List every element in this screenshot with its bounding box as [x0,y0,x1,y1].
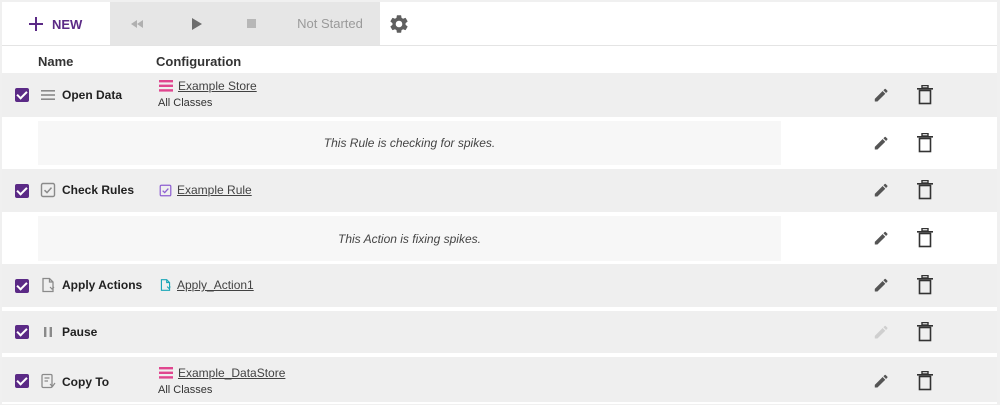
new-button-label: NEW [52,16,83,32]
checklist-icon [40,182,56,198]
row-checkbox[interactable] [15,279,29,293]
edit-icon[interactable] [871,275,891,295]
config-link[interactable]: Apply_Action1 [177,278,254,292]
config-subtext: All Classes [158,384,213,396]
row-checkbox[interactable] [15,374,29,388]
edit-icon[interactable] [871,180,891,200]
trash-icon[interactable] [916,322,934,342]
action-icon [160,279,171,291]
table-row: Open Data Example Store All Classes [2,73,997,117]
row-checkbox[interactable] [15,88,29,102]
pause-icon [44,327,52,337]
trash-icon[interactable] [916,228,934,248]
edit-icon [874,325,888,339]
table-header: Name Configuration [2,45,997,73]
toolbar: NEW Not Started [2,2,997,45]
trash-icon[interactable] [916,133,934,153]
workflow-panel: NEW Not Started Name Configuration Open … [2,2,997,404]
rewind-button[interactable] [122,2,152,45]
data-store-icon [159,80,173,92]
config-link-wrapper: Example Rule [159,183,252,197]
header-name: Name [38,54,74,69]
step-note: This Action is fixing spikes. [38,216,781,261]
trash-icon[interactable] [916,275,934,295]
rule-icon [159,184,172,196]
play-icon [192,17,202,30]
table-row: Check Rules Example Rule [2,169,997,212]
config-link[interactable]: Example_DataStore [178,366,285,380]
edit-icon[interactable] [871,85,891,105]
table-row: Copy To Example_DataStore All Classes [2,357,997,402]
play-button[interactable] [182,2,212,45]
header-configuration: Configuration [156,54,242,69]
trash-icon[interactable] [916,180,934,200]
row-checkbox[interactable] [15,325,29,339]
step-name: Open Data [62,88,123,102]
table-row: Pause [2,311,997,353]
config-link-wrapper: Example Store [159,79,257,93]
config-link-wrapper: Apply_Action1 [159,278,254,292]
table-row-note: This Rule is checking for spikes. [2,121,997,165]
trash-icon[interactable] [916,371,934,391]
stop-icon [246,19,256,28]
step-name: Check Rules [62,183,135,197]
new-button[interactable]: NEW [28,13,82,35]
edit-icon[interactable] [871,228,891,248]
row-checkbox[interactable] [15,184,29,198]
step-note: This Rule is checking for spikes. [38,121,781,165]
step-name: Apply Actions [62,278,143,292]
config-link[interactable]: Example Rule [177,183,252,197]
data-store-icon [159,367,173,379]
table-row: Apply Actions Apply_Action1 [2,264,997,307]
copy-icon [41,373,56,389]
step-name: Copy To [62,375,110,389]
config-link[interactable]: Example Store [178,79,257,93]
run-controls: Not Started [110,2,380,45]
stop-button[interactable] [236,2,266,45]
edit-icon[interactable] [871,133,891,153]
rewind-icon [131,19,143,28]
config-link-wrapper: Example_DataStore [159,366,285,380]
edit-icon[interactable] [871,371,891,391]
gear-icon[interactable] [388,13,410,35]
plus-icon [28,16,44,32]
run-status: Not Started [297,16,363,31]
config-subtext: All Classes [158,97,213,109]
document-action-icon [42,277,55,293]
step-name: Pause [62,325,98,339]
list-icon [41,90,55,100]
table-row-note: This Action is fixing spikes. [2,216,997,261]
trash-icon[interactable] [916,85,934,105]
